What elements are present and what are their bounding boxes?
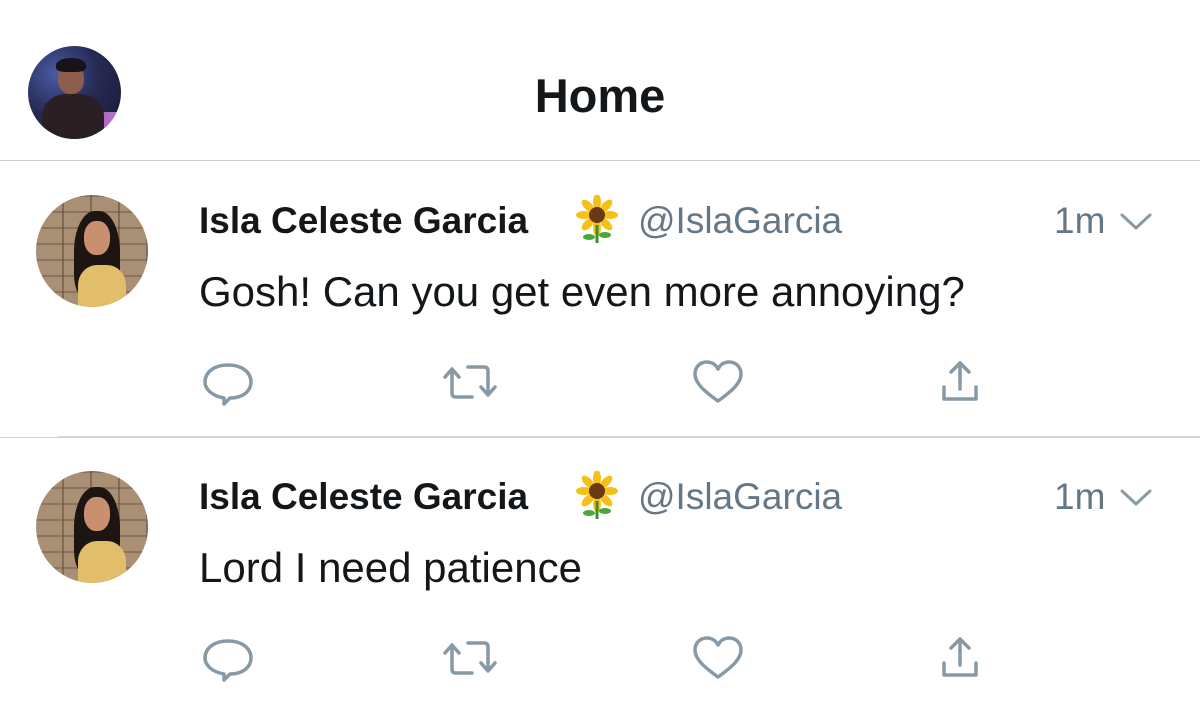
top-nav-bar: Home — [0, 0, 1200, 161]
tweet-author-handle[interactable]: @IslaGarcia — [638, 199, 842, 243]
retweet-button[interactable] — [442, 357, 498, 407]
tweet[interactable]: Isla Celeste Garcia @IslaGarcia 1m Gosh!… — [0, 161, 1200, 438]
tweet-text: Lord I need patience — [199, 544, 582, 591]
tweet-text: Gosh! Can you get even more annoying? — [199, 268, 965, 315]
page-title: Home — [534, 69, 666, 122]
reply-button[interactable] — [200, 633, 256, 683]
sunflower-emoji-icon — [576, 195, 618, 243]
sunflower-emoji-icon — [576, 471, 618, 519]
like-button[interactable] — [690, 633, 746, 683]
share-button[interactable] — [932, 357, 988, 407]
tweet-author-handle[interactable]: @IslaGarcia — [638, 475, 842, 519]
tweet[interactable]: Isla Celeste Garcia @IslaGarcia 1m Lord … — [0, 437, 1200, 713]
tweet-author-avatar[interactable] — [36, 195, 148, 307]
chevron-down-icon[interactable] — [1116, 209, 1156, 235]
like-button[interactable] — [690, 357, 746, 407]
tweet-author-name[interactable]: Isla Celeste Garcia — [199, 199, 528, 243]
retweet-icon — [443, 365, 497, 399]
share-button[interactable] — [932, 633, 988, 683]
retweet-button[interactable] — [442, 633, 498, 683]
reply-icon — [203, 363, 253, 406]
chevron-down-icon[interactable] — [1116, 485, 1156, 511]
retweet-icon — [443, 641, 497, 675]
reply-icon — [203, 639, 253, 682]
tweet-author-name[interactable]: Isla Celeste Garcia — [199, 475, 528, 519]
heart-icon — [693, 360, 743, 403]
heart-icon — [693, 636, 743, 679]
tweet-author-avatar[interactable] — [36, 471, 148, 583]
tweet-timestamp: 1m — [1054, 476, 1106, 517]
share-icon — [942, 637, 978, 677]
reply-button[interactable] — [200, 357, 256, 407]
share-icon — [942, 361, 978, 401]
tweet-timestamp: 1m — [1054, 200, 1106, 241]
